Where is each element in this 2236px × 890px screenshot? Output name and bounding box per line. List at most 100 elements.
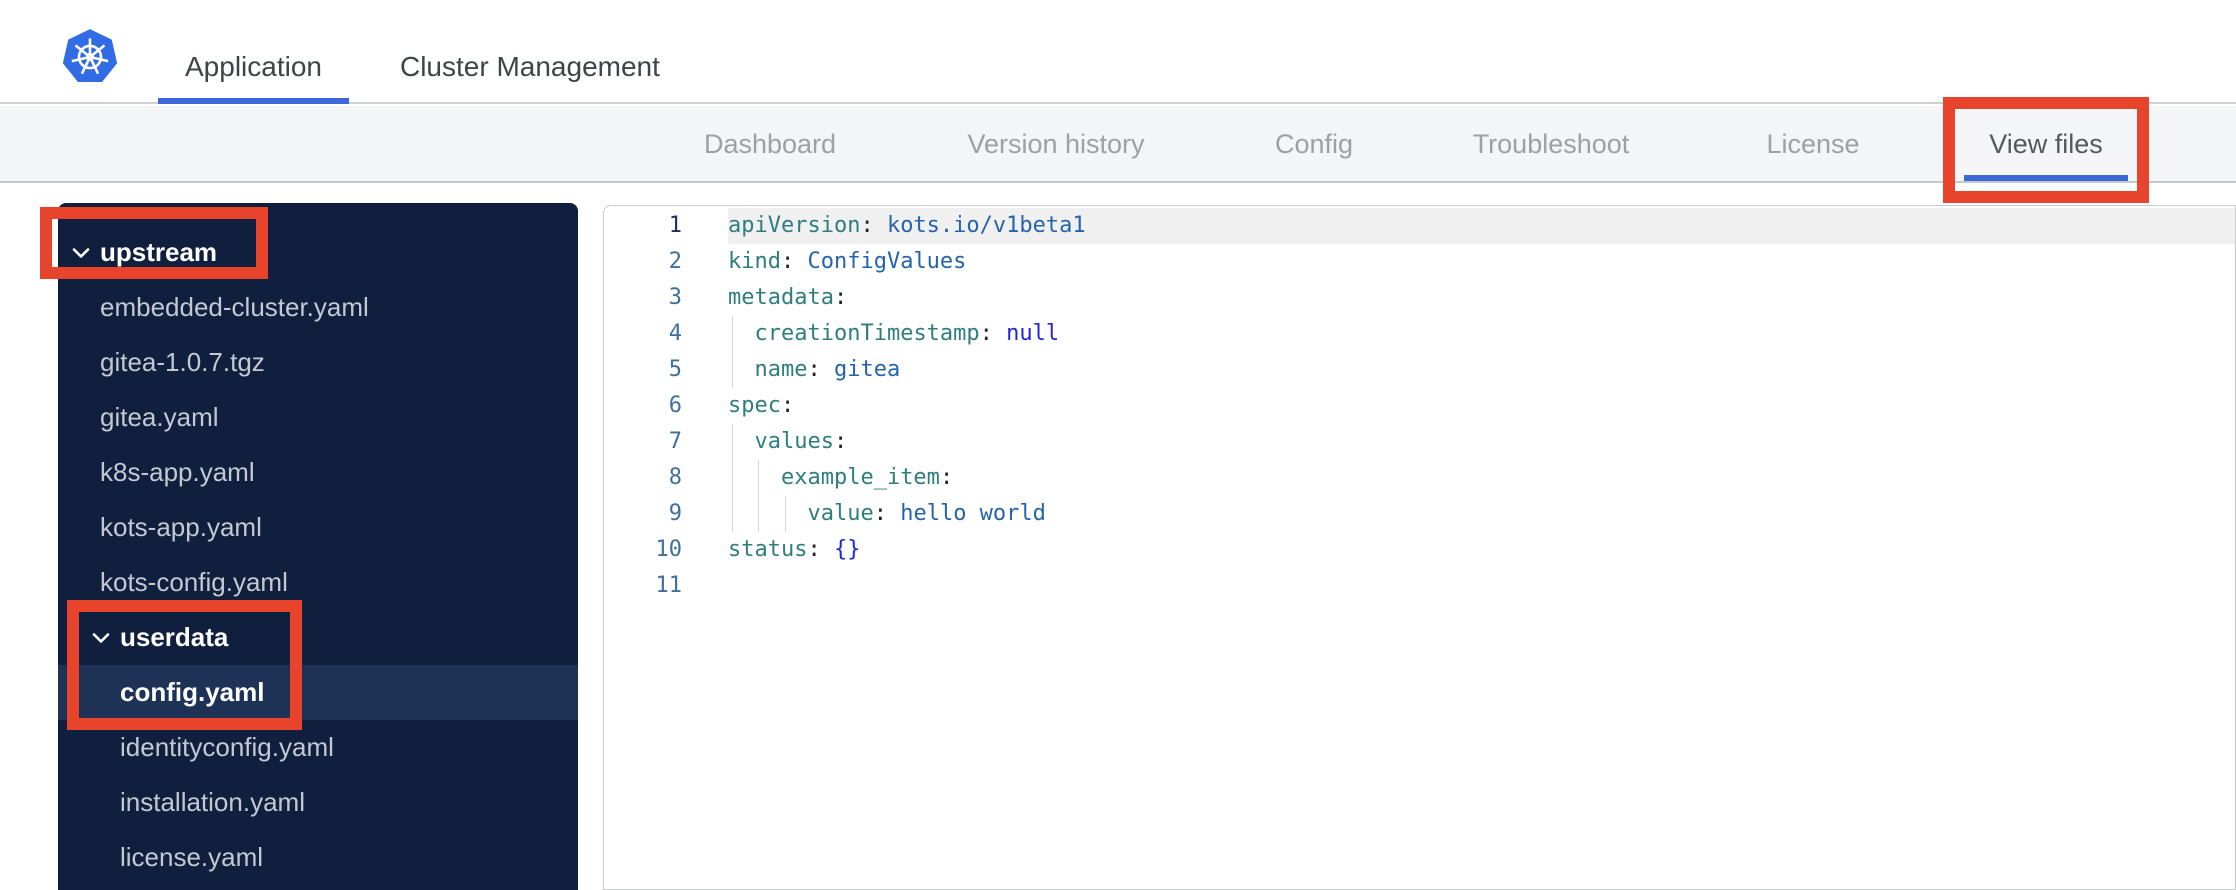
token-punct: : (939, 465, 954, 490)
folder-label: upstream (100, 237, 218, 267)
kubernetes-logo-icon[interactable] (58, 28, 122, 86)
gutter-gap (682, 208, 728, 244)
line-number: 2 (668, 249, 682, 274)
nav-tab-license[interactable]: License (1703, 106, 1923, 181)
nav-tab-view-files[interactable]: View files (1936, 106, 2156, 181)
tree-item-installation-yaml[interactable]: installation.yaml (58, 775, 578, 830)
file-label: k8s-app.yaml (100, 457, 255, 487)
code-line-1: 1 apiVersion: kots.io/v1beta1 (604, 208, 2235, 244)
file-label: license.yaml (120, 842, 264, 872)
code-line-3: 3 metadata: (604, 280, 2235, 316)
code-line-content: metadata: (728, 280, 2235, 316)
indent-guide (732, 352, 733, 388)
code-line-content: status: {} (728, 532, 2235, 568)
indent-guide (758, 496, 760, 532)
gutter-gap (682, 280, 728, 316)
code-line-11: 11 (604, 568, 2235, 604)
line-number: 4 (668, 321, 682, 346)
indent-guide (732, 316, 733, 352)
token-punct: : (979, 321, 993, 346)
nav-tab-dashboard[interactable]: Dashboard (660, 106, 880, 181)
code-line-10: 10 status: {} (604, 532, 2235, 568)
gutter-gap (682, 316, 728, 352)
file-label: kots-app.yaml (100, 512, 262, 542)
token-punct: : (873, 501, 887, 526)
token-value: ConfigValues (794, 249, 967, 274)
tree-item-kots-config-yaml[interactable]: kots-config.yaml (58, 555, 578, 610)
token-key: metadata (728, 285, 834, 310)
gutter-gap (682, 532, 728, 568)
token-key: kind (728, 249, 781, 274)
code-line-5: 5 name: gitea (604, 352, 2235, 388)
token-key: creationTimestamp (754, 321, 980, 346)
tree-item-license-yaml[interactable]: license.yaml (58, 830, 578, 885)
indent-guide (732, 496, 733, 532)
line-number: 11 (655, 573, 683, 598)
code-line-7: 7 values: (604, 424, 2235, 460)
tree-item-gitea-yaml[interactable]: gitea.yaml (58, 390, 578, 445)
line-number: 10 (655, 537, 683, 562)
tree-item-k8s-app-yaml[interactable]: k8s-app.yaml (58, 445, 578, 500)
gutter-gap (682, 460, 728, 496)
tree-item-kots-app-yaml[interactable]: kots-app.yaml (58, 500, 578, 555)
token-const: null (992, 321, 1060, 346)
line-number: 6 (668, 393, 682, 418)
code-viewer[interactable]: 1 apiVersion: kots.io/v1beta1 2 kind: Confi… (603, 205, 2236, 890)
token-punct: : (780, 393, 795, 418)
token-key: spec (728, 393, 781, 418)
gutter-gap (682, 352, 728, 388)
line-number: 5 (668, 357, 682, 382)
line-number: 8 (668, 465, 682, 490)
code-line-content: spec: (728, 388, 2235, 424)
token-punct: : (807, 357, 821, 382)
code-line-content: value: hello world (728, 496, 2235, 532)
indent-guide (732, 424, 733, 460)
tree-item-userdata[interactable]: userdata (58, 610, 578, 665)
indent-guide (732, 460, 733, 496)
token-key: values (754, 429, 834, 454)
code-line-4: 4 creationTimestamp: null (604, 316, 2235, 352)
file-label: kots-config.yaml (100, 567, 288, 597)
code-line-content: apiVersion: kots.io/v1beta1 (728, 208, 2235, 244)
gutter-gap (682, 244, 728, 280)
tree-item-upstream[interactable]: upstream (58, 225, 578, 280)
token-punct: : (833, 429, 848, 454)
token-punct: : (807, 537, 821, 562)
file-label: installation.yaml (120, 787, 305, 817)
token-key: status (728, 537, 808, 562)
nav-tab-config[interactable]: Config (1204, 106, 1424, 181)
top-tab-application[interactable]: Application (158, 51, 349, 104)
file-label: gitea-1.0.7.tgz (100, 347, 265, 377)
token-key: value (807, 501, 874, 526)
tree-item-config-yaml[interactable]: config.yaml (58, 665, 578, 720)
line-number: 7 (668, 429, 682, 454)
code-line-content: creationTimestamp: null (728, 316, 2235, 352)
file-label: embedded-cluster.yaml (100, 292, 369, 322)
nav-tab-version-history[interactable]: Version history (946, 106, 1166, 181)
tree-item-identityconfig-yaml[interactable]: identityconfig.yaml (58, 720, 578, 775)
code-line-8: 8 example_item: (604, 460, 2235, 496)
nav-tab-troubleshoot[interactable]: Troubleshoot (1441, 106, 1661, 181)
top-tab-cluster-management[interactable]: Cluster Management (373, 51, 687, 104)
token-punct: : (860, 213, 874, 238)
token-const: {} (820, 537, 861, 562)
line-number: 3 (668, 285, 682, 310)
code-line-content: name: gitea (728, 352, 2235, 388)
code-line-2: 2 kind: ConfigValues (604, 244, 2235, 280)
code-line-6: 6 spec: (604, 388, 2235, 424)
gutter-gap (682, 424, 728, 460)
file-tree-sidebar[interactable]: upstream embedded-cluster.yaml gitea-1.0.7… (58, 203, 578, 890)
code-line-content: example_item: (728, 460, 2235, 496)
token-value: hello world (886, 501, 1046, 526)
tree-item-embedded-cluster-yaml[interactable]: embedded-cluster.yaml (58, 280, 578, 335)
app-nav: Dashboard Version history Config Troublesho… (0, 106, 2236, 183)
token-value: kots.io/v1beta1 (873, 213, 1086, 238)
kots-admin-console: Application Cluster Management Dashboard V… (0, 0, 2236, 890)
file-label: config.yaml (120, 677, 265, 707)
gutter-gap (682, 388, 728, 424)
indent-guide (758, 460, 760, 496)
tree-item-gitea-1-0-7-tgz[interactable]: gitea-1.0.7.tgz (58, 335, 578, 390)
token-key: example_item (780, 465, 940, 490)
token-value: gitea (820, 357, 901, 382)
token-punct: : (833, 285, 848, 310)
